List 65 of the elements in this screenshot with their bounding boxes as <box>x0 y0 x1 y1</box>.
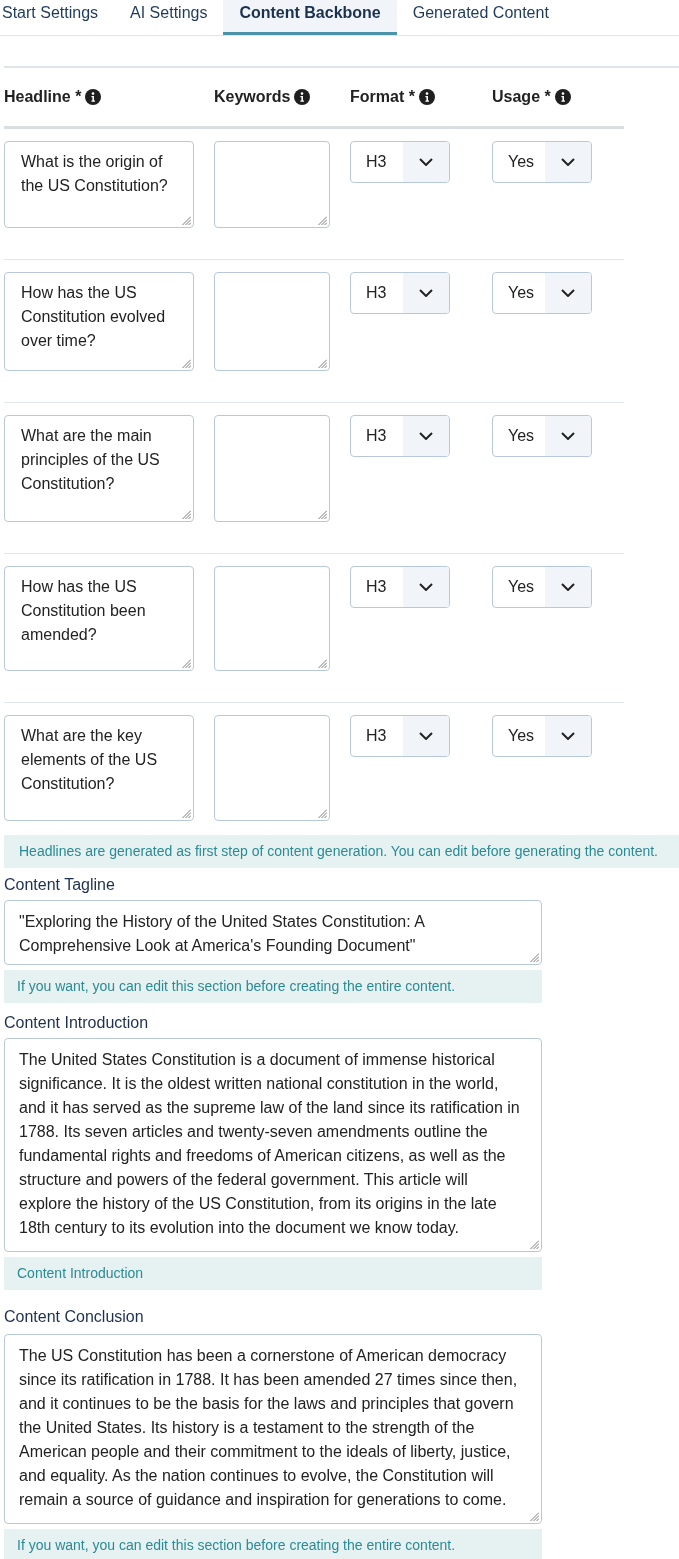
headline-field[interactable]: What are the main principles of the US Constitution? <box>4 415 194 522</box>
resize-grip-icon[interactable] <box>530 1240 539 1249</box>
resize-grip-icon[interactable] <box>182 359 191 368</box>
chevron-down-icon <box>419 583 433 591</box>
text-area[interactable]: The United States Constitution is a document of immense historical significance. It is the oldest written national constitution in the world, and it has served as the supreme law of the land since its ratification in 1788. Its seven articles and twenty-seven amendments outline the fundamental rights and freedoms of American citizens, as well as the structure and powers of the federal government. This article will explore the history of the US Constitution, from its origins in the late 18th century to its evolution into the document we know today. <box>4 1038 542 1252</box>
tab[interactable]: Content Backbone <box>223 0 397 35</box>
format-select[interactable]: H3 <box>350 272 450 314</box>
headline-field[interactable]: What is the origin of the US Constitution? <box>4 141 194 228</box>
headline-field[interactable]: What are the key elements of the US Constitution? <box>4 715 194 821</box>
info-icon <box>294 89 311 105</box>
info-icon <box>418 89 435 105</box>
resize-grip-icon[interactable] <box>182 659 191 668</box>
resize-grip-icon[interactable] <box>530 1512 539 1521</box>
chevron-down-icon <box>561 432 575 440</box>
usage-select[interactable]: Yes <box>492 272 592 314</box>
keywords-field[interactable] <box>214 272 330 371</box>
text-area[interactable]: The US Constitution has been a cornerstone of American democracy since its ratification in 1788. It has been amended 27 times since then, and it continues to be the basis for the laws and principles that govern the United States. Its history is a testament to the strength of the American people and their commitment to the ideals of liberty, justice, and equality. As the nation continues to evolve, the Constitution will remain a source of guidance and inspiration for generations to come. <box>4 1334 542 1524</box>
usage-select[interactable]: Yes <box>492 715 592 757</box>
chevron-down-icon <box>419 432 433 440</box>
column-header: Headline * <box>4 88 82 106</box>
usage-select[interactable]: Yes <box>492 141 592 183</box>
keywords-field[interactable] <box>214 141 330 228</box>
chevron-down-icon <box>561 158 575 166</box>
resize-grip-icon[interactable] <box>318 359 327 368</box>
hint-banner: If you want, you can edit this section before creating the entire content. <box>4 970 542 1003</box>
resize-grip-icon[interactable] <box>318 510 327 519</box>
column-header: Usage * <box>492 88 551 106</box>
chevron-down-icon <box>419 158 433 166</box>
hint-banner: Content Introduction <box>4 1257 542 1290</box>
format-select[interactable]: H3 <box>350 715 450 757</box>
resize-grip-icon[interactable] <box>318 659 327 668</box>
resize-grip-icon[interactable] <box>182 809 191 818</box>
usage-select[interactable]: Yes <box>492 415 592 457</box>
section-label: Content Conclusion <box>4 1307 144 1327</box>
format-select[interactable]: H3 <box>350 415 450 457</box>
chevron-down-icon <box>561 289 575 297</box>
text-area[interactable]: "Exploring the History of the United States Constitution: A Comprehensive Look at America's Founding Document" <box>4 900 542 965</box>
tab[interactable]: Generated Content <box>396 0 565 35</box>
resize-grip-icon[interactable] <box>318 216 327 225</box>
info-icon <box>554 89 571 105</box>
resize-grip-icon[interactable] <box>182 510 191 519</box>
tab[interactable]: Start Settings <box>0 0 115 35</box>
section-label: Content Tagline <box>4 875 115 895</box>
column-header: Keywords <box>214 88 291 106</box>
resize-grip-icon[interactable] <box>318 809 327 818</box>
chevron-down-icon <box>561 732 575 740</box>
keywords-field[interactable] <box>214 415 330 522</box>
format-select[interactable]: H3 <box>350 566 450 608</box>
chevron-down-icon <box>419 289 433 297</box>
resize-grip-icon[interactable] <box>182 216 191 225</box>
tab[interactable]: AI Settings <box>114 0 224 35</box>
keywords-field[interactable] <box>214 566 330 671</box>
usage-select[interactable]: Yes <box>492 566 592 608</box>
resize-grip-icon[interactable] <box>530 953 539 962</box>
info-icon <box>85 89 102 105</box>
hint-banner: If you want, you can edit this section before creating the entire content. <box>4 1529 542 1559</box>
chevron-down-icon <box>561 583 575 591</box>
headline-field[interactable]: How has the US Constitution been amended? <box>4 566 194 671</box>
info-banner: Headlines are generated as first step of content generation. You can edit before generating the content. <box>4 835 679 868</box>
keywords-field[interactable] <box>214 715 330 821</box>
chevron-down-icon <box>419 732 433 740</box>
column-header: Format * <box>350 88 415 106</box>
headline-field[interactable]: How has the US Constitution evolved over time? <box>4 272 194 371</box>
format-select[interactable]: H3 <box>350 141 450 183</box>
section-label: Content Introduction <box>4 1013 149 1033</box>
